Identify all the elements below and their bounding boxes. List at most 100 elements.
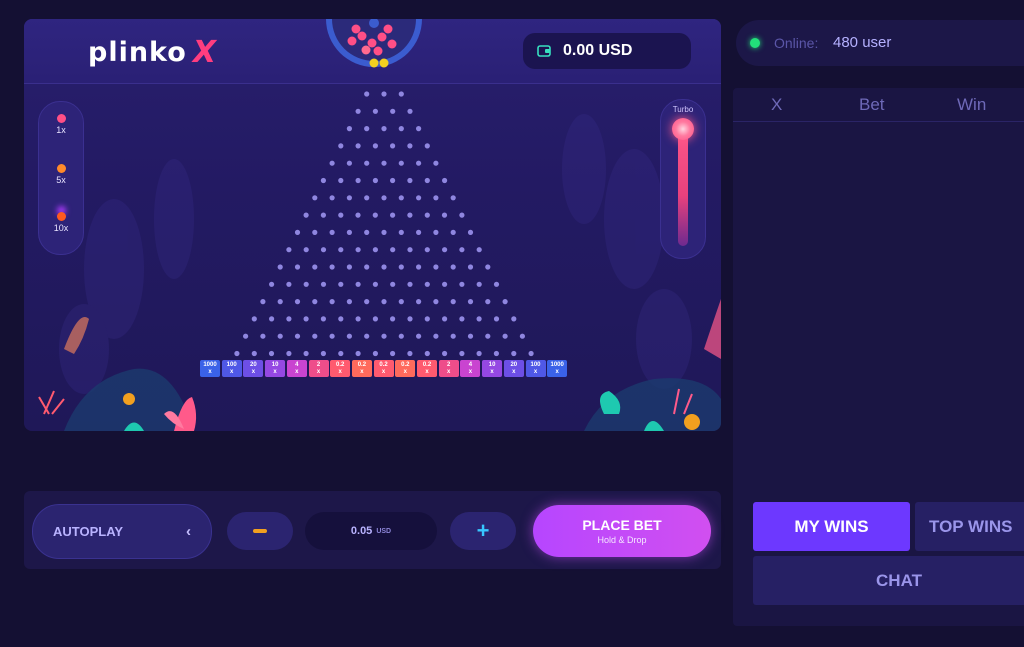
peg: [372, 350, 378, 357]
decrease-bet-button[interactable]: [227, 512, 293, 550]
peg: [511, 316, 517, 322]
peg: [294, 264, 301, 270]
slot-suffix: x: [490, 368, 494, 375]
peg: [398, 299, 404, 305]
peg: [485, 299, 491, 305]
peg: [390, 316, 396, 322]
peg: [407, 143, 413, 149]
tab-chat[interactable]: CHAT: [753, 556, 1024, 605]
slot-value: 4: [295, 361, 299, 368]
peg: [424, 350, 430, 357]
peg: [398, 229, 404, 235]
peg: [467, 299, 474, 305]
peg: [390, 247, 396, 253]
peg: [364, 126, 370, 132]
peg: [329, 333, 335, 339]
multiplier-slot: 4x: [460, 360, 481, 377]
peg: [372, 108, 378, 114]
column-header-win: Win: [957, 95, 987, 114]
peg: [286, 316, 292, 322]
peg: [372, 281, 378, 287]
multiplier-slot: 0.2 x: [395, 360, 416, 377]
peg: [269, 316, 275, 322]
online-label: Online:: [774, 35, 819, 51]
peg: [407, 281, 413, 287]
peg: [433, 264, 439, 270]
peg: [442, 350, 448, 357]
peg: [459, 212, 465, 218]
peg: [381, 333, 387, 339]
peg: [416, 229, 422, 235]
peg: [355, 281, 361, 287]
peg: [355, 143, 361, 149]
peg: [407, 316, 413, 322]
bet-currency: USD: [376, 527, 392, 535]
peg: [338, 212, 344, 218]
multiplier-slot: 2x: [308, 360, 329, 377]
slot-value: 2: [447, 361, 451, 368]
peg: [268, 350, 275, 357]
slot-value: 0.2: [357, 361, 367, 368]
peg: [433, 333, 439, 339]
multiplier-slot: 100 x: [525, 360, 546, 377]
bet-amount-value: 0.05: [350, 525, 373, 537]
place-bet-sublabel: Hold & Drop: [597, 535, 647, 545]
peg: [424, 316, 430, 322]
peg: [424, 177, 430, 184]
peg: [459, 281, 465, 287]
online-count: 480 user: [833, 34, 892, 51]
slot-value: 0.2: [401, 361, 410, 368]
peg: [346, 264, 352, 270]
peg: [277, 264, 283, 270]
peg: [381, 229, 387, 235]
peg: [320, 212, 326, 218]
slot-suffix: x: [425, 368, 429, 375]
peg: [459, 316, 465, 322]
peg: [338, 143, 344, 149]
peg: [303, 316, 309, 322]
multiplier-slot: 10 x: [482, 360, 503, 377]
slot-value: 100: [226, 361, 237, 368]
peg: [485, 264, 491, 270]
peg: [286, 247, 292, 253]
peg: [329, 160, 335, 166]
peg: [294, 299, 301, 305]
peg: [416, 160, 422, 166]
peg: [372, 212, 378, 218]
peg: [442, 316, 448, 322]
peg: [338, 350, 344, 357]
tab-top-wins[interactable]: TOP WINS: [915, 502, 1024, 551]
peg: [407, 108, 413, 114]
tab-my-wins[interactable]: MY WINS: [753, 502, 910, 551]
peg: [390, 143, 396, 149]
peg: [424, 281, 430, 287]
peg: [355, 350, 361, 357]
increase-bet-button[interactable]: +: [450, 512, 516, 550]
slot-suffix: x: [295, 368, 299, 375]
place-bet-button[interactable]: PLACE BET Hold & Drop: [533, 505, 711, 557]
peg: [277, 299, 283, 305]
slot-suffix: x: [447, 368, 451, 375]
slot-suffix: x: [230, 368, 234, 375]
peg: [312, 333, 318, 339]
slot-value: 100: [530, 361, 541, 368]
chevron-left-icon: ‹: [186, 523, 191, 540]
peg: [338, 281, 344, 287]
peg: [355, 212, 361, 218]
bet-amount-field[interactable]: 0.05 USD: [305, 512, 437, 550]
slot-suffix: x: [208, 368, 212, 375]
autoplay-button[interactable]: AUTOPLAY ‹: [32, 504, 212, 559]
slot-value: 2: [316, 361, 321, 368]
peg: [442, 247, 448, 253]
slot-suffix: x: [338, 368, 342, 375]
multiplier-slot: 20 x: [243, 360, 264, 377]
peg: [442, 177, 448, 184]
peg: [320, 177, 326, 184]
peg: [260, 299, 266, 305]
peg: [234, 350, 240, 357]
peg: [329, 299, 335, 305]
slot-suffix: x: [381, 368, 386, 375]
slot-suffix: x: [403, 368, 407, 375]
peg: [346, 299, 352, 305]
peg: [407, 212, 413, 218]
